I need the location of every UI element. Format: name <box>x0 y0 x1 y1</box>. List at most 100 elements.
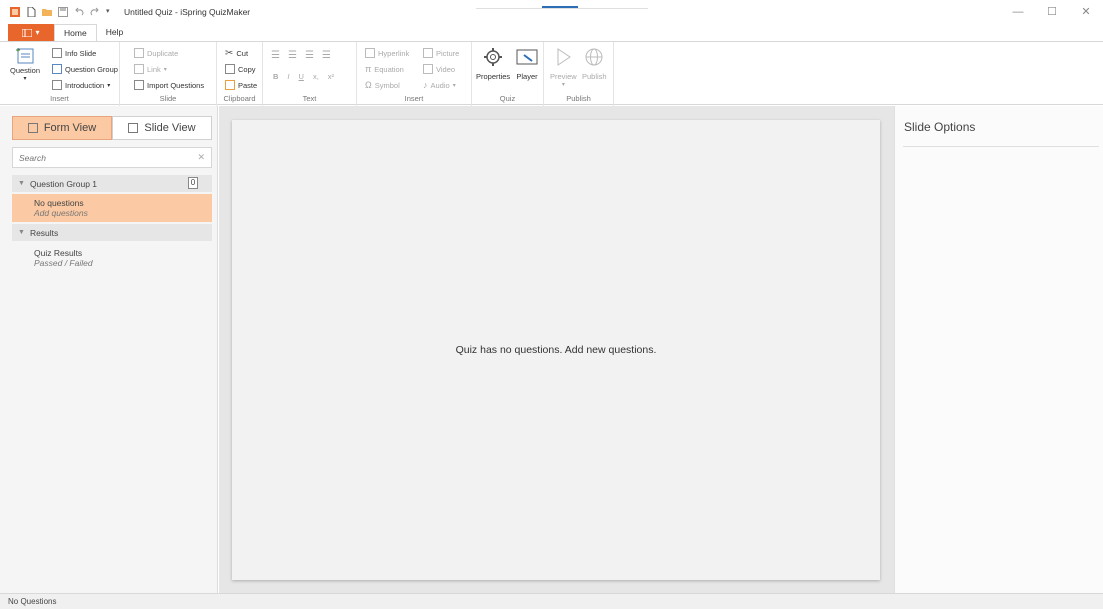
tab-help[interactable]: Help <box>97 24 132 41</box>
form-view-button[interactable]: Form View <box>12 116 112 140</box>
video-button[interactable]: Video <box>423 64 455 74</box>
introduction-label: Introduction <box>65 80 105 90</box>
tab-home[interactable]: Home <box>54 24 97 41</box>
close-button[interactable]: ✕ <box>1069 0 1103 24</box>
ribbon-group-clipboard: ✂ Cut Copy Paste Clipboard <box>217 42 263 106</box>
properties-button[interactable]: Properties <box>476 46 510 81</box>
numbered-list-icon[interactable]: ☰ <box>288 50 297 61</box>
question-group-icon <box>52 64 62 74</box>
cut-button[interactable]: ✂ Cut <box>225 48 248 59</box>
symbol-icon: Ω <box>365 80 372 90</box>
results-group-header[interactable]: ▼ Results <box>12 224 212 241</box>
info-slide-label: Info Slide <box>65 48 97 58</box>
picture-button[interactable]: Picture <box>423 48 459 58</box>
search-box: ✕ <box>12 147 212 168</box>
slide-canvas[interactable]: Quiz has no questions. Add new questions… <box>232 120 880 580</box>
introduction-icon <box>52 80 62 90</box>
link-button[interactable]: Link ▾ <box>134 64 167 74</box>
ribbon-tabs: ▾ Home Help <box>0 24 1103 41</box>
question-count-badge: 0 <box>188 177 198 189</box>
ribbon-group-text: ☰ ☰ ☰ ☰ B I U x, x² Text <box>263 42 357 106</box>
hyperlink-icon <box>365 48 375 58</box>
list-item-title: Quiz Results <box>34 248 83 258</box>
info-slide-button[interactable]: Info Slide <box>52 48 96 58</box>
question-label: Question <box>10 66 41 75</box>
player-button[interactable]: Player <box>516 46 538 81</box>
question-group-header[interactable]: ▼ Question Group 1 0 <box>12 175 212 192</box>
symbol-label: Symbol <box>374 80 400 90</box>
introduction-button[interactable]: Introduction ▾ <box>52 80 110 90</box>
slide-options-divider <box>903 146 1099 147</box>
question-group-button[interactable]: Question Group <box>52 64 118 74</box>
redo-icon[interactable] <box>90 7 100 17</box>
slide-view-label: Slide View <box>144 122 196 134</box>
question-button[interactable]: Question ▾ <box>10 46 40 82</box>
title-divider <box>476 8 648 9</box>
paste-button[interactable]: Paste <box>225 80 257 90</box>
equation-icon: π <box>365 64 372 74</box>
left-panel: Form View Slide View ✕ ▼ Question Group … <box>0 106 218 593</box>
italic-button[interactable]: I <box>287 72 289 81</box>
video-icon <box>423 64 433 74</box>
copy-button[interactable]: Copy <box>225 64 256 74</box>
video-label: Video <box>436 64 456 74</box>
new-file-icon[interactable] <box>26 7 36 17</box>
paste-icon <box>225 80 235 90</box>
format-buttons: B I U x, x² <box>273 72 334 81</box>
customize-toolbar-chevron-icon[interactable]: ▾ <box>106 7 116 17</box>
chevron-down-icon: ▼ <box>18 229 25 236</box>
quiz-group-label: Quiz <box>499 94 516 103</box>
open-folder-icon[interactable] <box>42 7 52 17</box>
bold-button[interactable]: B <box>273 72 278 81</box>
superscript-button[interactable]: x² <box>328 72 334 81</box>
insert-group-label: Insert <box>50 94 69 103</box>
decrease-indent-icon[interactable]: ☰ <box>305 50 314 61</box>
question-icon <box>16 48 34 64</box>
question-group-label: Question Group <box>65 64 118 74</box>
increase-indent-icon[interactable]: ☰ <box>322 50 331 61</box>
bullet-list-icon[interactable]: ☰ <box>271 50 280 61</box>
link-label: Link <box>147 64 161 74</box>
file-menu-button[interactable]: ▾ <box>8 24 54 41</box>
publish-button[interactable]: Publish <box>582 46 607 81</box>
preview-button[interactable]: Preview ▾ <box>550 46 577 88</box>
symbol-button[interactable]: Ω Symbol <box>365 80 400 90</box>
list-item-no-questions[interactable]: No questions Add questions <box>12 194 212 222</box>
insert-media-group-label: Insert <box>404 94 424 103</box>
publish-label: Publish <box>582 72 607 81</box>
scissors-icon: ✂ <box>225 48 234 59</box>
audio-label: Audio <box>430 80 450 90</box>
status-text: No Questions <box>8 597 57 606</box>
subscript-button[interactable]: x, <box>313 72 319 81</box>
question-dropdown-icon: ▾ <box>23 76 27 82</box>
minimize-button[interactable]: — <box>1001 0 1035 24</box>
hyperlink-button[interactable]: Hyperlink <box>365 48 409 58</box>
ribbon-group-insert: Question ▾ Info Slide Question Group Int… <box>0 42 120 106</box>
status-bar: No Questions <box>0 593 1103 609</box>
player-label: Player <box>516 72 538 81</box>
audio-button[interactable]: ♪ Audio ▾ <box>423 80 456 90</box>
ribbon: Question ▾ Info Slide Question Group Int… <box>0 41 1103 106</box>
menu-grid-icon <box>22 28 33 37</box>
duplicate-button[interactable]: Duplicate <box>134 48 178 58</box>
import-questions-button[interactable]: Import Questions <box>134 80 204 90</box>
list-item-quiz-results[interactable]: Quiz Results Passed / Failed <box>12 244 212 268</box>
audio-icon: ♪ <box>423 80 428 90</box>
underline-button[interactable]: U <box>299 72 304 81</box>
picture-label: Picture <box>436 48 460 58</box>
clear-search-icon[interactable]: ✕ <box>197 152 205 163</box>
search-input[interactable] <box>19 152 198 163</box>
slide-view-button[interactable]: Slide View <box>112 116 212 140</box>
undo-icon[interactable] <box>74 7 84 17</box>
clipboard-group-label: Clipboard <box>223 94 256 103</box>
list-item-subtitle: Add questions <box>34 208 88 218</box>
maximize-button[interactable]: ☐ <box>1035 0 1069 24</box>
equation-button[interactable]: π Equation <box>365 64 404 74</box>
quick-access-toolbar: ▾ <box>0 7 116 17</box>
picture-icon <box>423 48 433 58</box>
save-icon[interactable] <box>58 7 68 17</box>
list-buttons: ☰ ☰ ☰ ☰ <box>271 50 331 61</box>
publish-group-label: Publish <box>566 94 591 103</box>
app-icon <box>10 7 20 17</box>
text-group-label: Text <box>302 94 317 103</box>
